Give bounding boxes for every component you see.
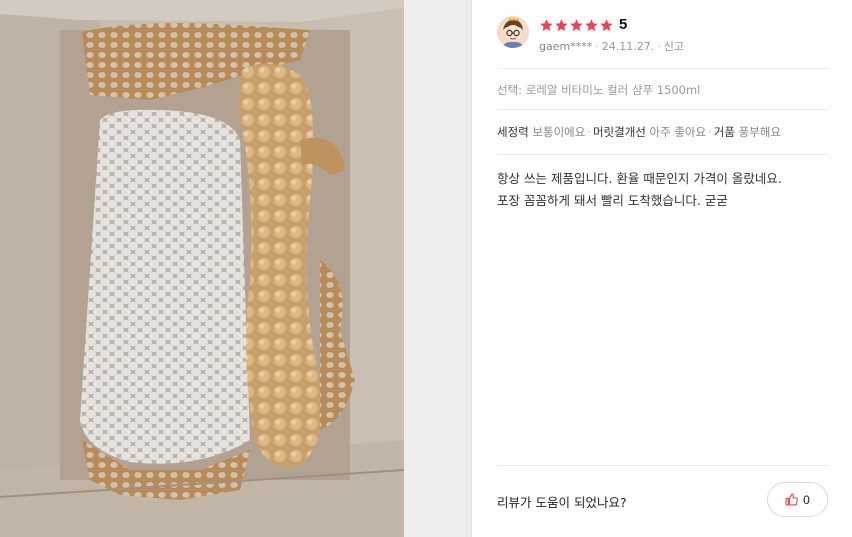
star-rating: 5 (539, 17, 627, 33)
divider (497, 68, 829, 69)
helpful-question: 리뷰가 도움이 되었나요? (497, 495, 627, 510)
photo-gutter (404, 0, 471, 537)
review-viewer: 5 gaem**** · 24.11.27. · 신고 선택: 로레알 비타미노 컬러 … (0, 0, 852, 537)
reviewer-name: gaem**** (539, 40, 593, 53)
report-link[interactable]: 신고 (664, 40, 684, 53)
attribute-separator: · (708, 125, 712, 139)
review-header: 5 gaem**** · 24.11.27. · 신고 (497, 16, 829, 56)
attribute-value: 풍부해요 (738, 125, 781, 139)
star-icon (570, 18, 583, 31)
thumbs-up-icon (785, 493, 799, 506)
meta-separator: · (595, 40, 599, 53)
divider (497, 109, 829, 110)
star-icon (555, 18, 568, 31)
helpful-count: 0 (803, 492, 810, 507)
review-text: 항상 쓰는 제품입니다. 환율 때문인지 가격이 올랐네요. 포장 꼼꼼하게 돼… (497, 168, 832, 212)
attribute-separator: · (587, 125, 591, 139)
purchased-option: 선택: 로레알 비타미노 컬러 샴푸 1500ml (497, 83, 701, 97)
star-icon (585, 18, 598, 31)
attribute-value: 보통이에요 (532, 125, 586, 139)
star-icon (540, 18, 553, 31)
helpful-button[interactable]: 0 (767, 482, 828, 517)
attribute-key: 세정력 (497, 125, 529, 139)
review-panel: 5 gaem**** · 24.11.27. · 신고 선택: 로레알 비타미노 컬러 … (471, 0, 852, 537)
avatar-image (497, 16, 529, 48)
rating-score: 5 (619, 16, 628, 33)
review-meta: gaem**** · 24.11.27. · 신고 (539, 38, 684, 54)
avatar (497, 16, 529, 48)
box-image (0, 0, 404, 537)
attribute-value: 아주 좋아요 (649, 125, 707, 139)
review-photo[interactable] (0, 0, 404, 537)
review-text-line: 포장 꼼꼼하게 돼서 빨리 도착했습니다. 굳굳 (497, 193, 728, 208)
star-icon (600, 18, 613, 31)
divider (497, 154, 829, 155)
review-date: 24.11.27. (601, 40, 655, 53)
divider (497, 465, 829, 466)
review-text-line: 항상 쓰는 제품입니다. 환율 때문인지 가격이 올랐네요. (497, 171, 782, 186)
review-attributes: 세정력 보통이에요 · 머릿결개선 아주 좋아요 · 거품 풍부해요 (497, 124, 781, 140)
attribute-key: 거품 (713, 125, 735, 139)
attribute-key: 머릿결개선 (592, 125, 646, 139)
meta-separator: · (657, 40, 661, 53)
